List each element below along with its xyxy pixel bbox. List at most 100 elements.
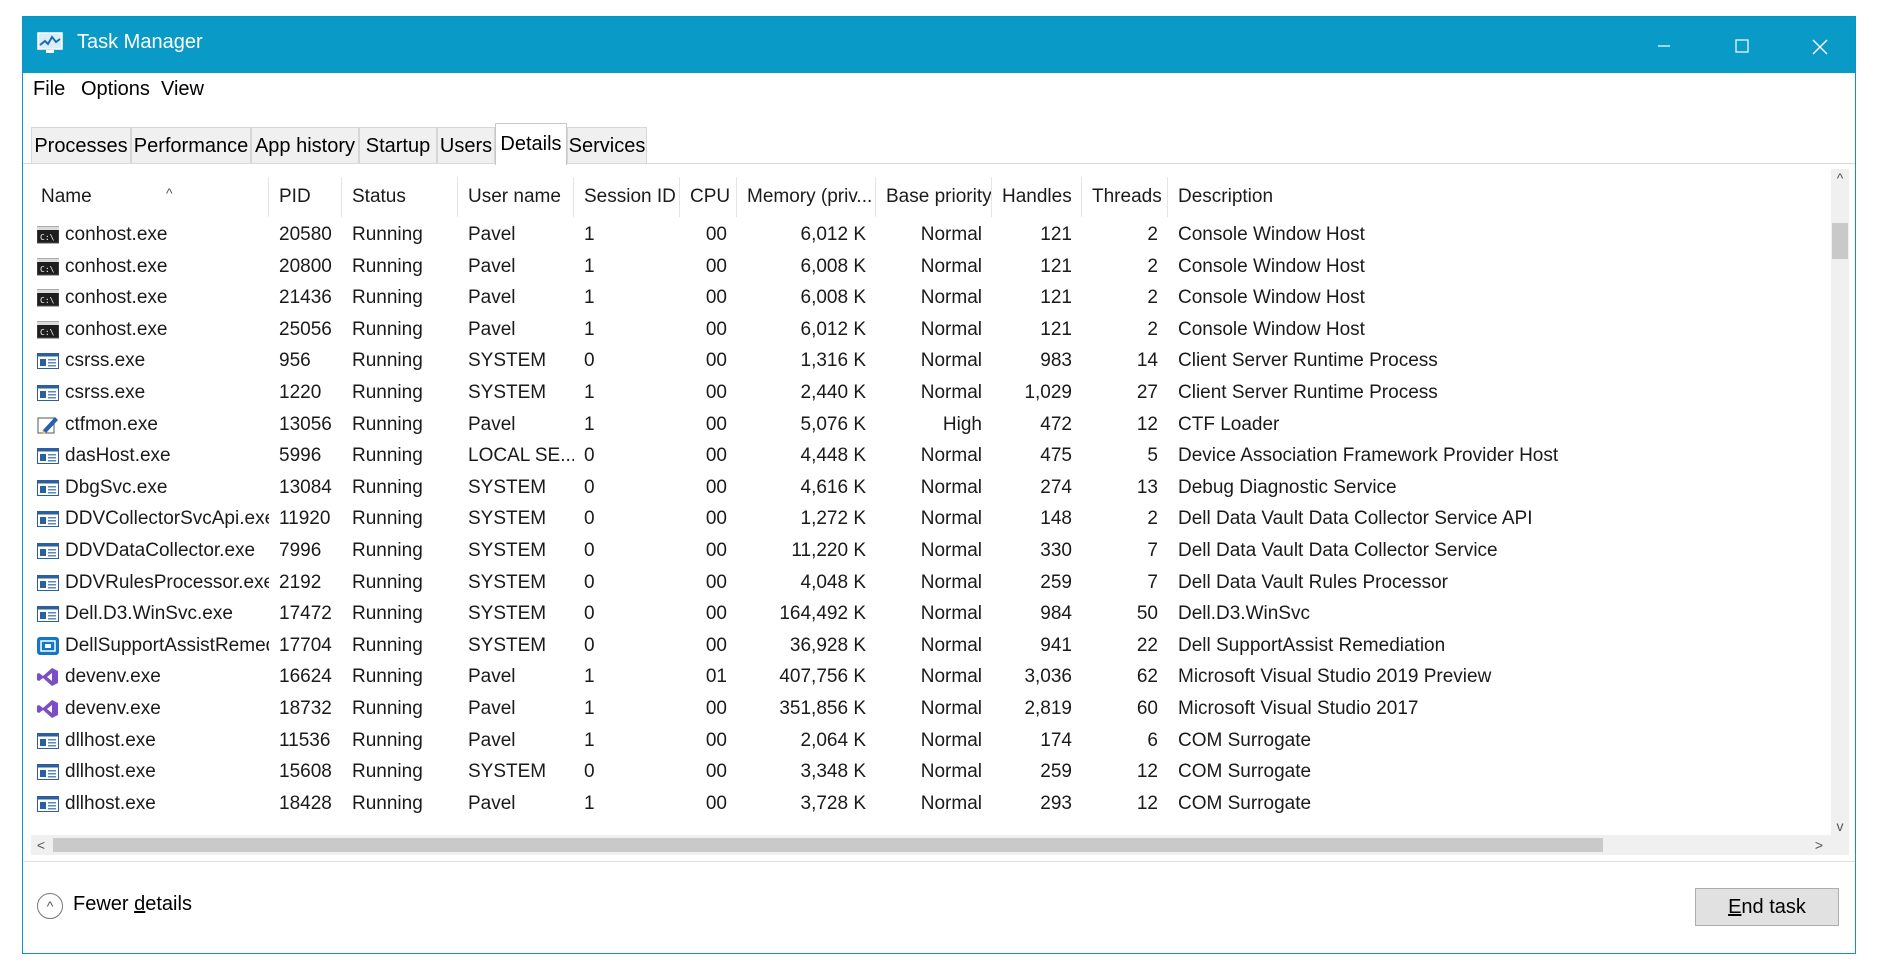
- close-button[interactable]: [1781, 17, 1855, 73]
- tab-services[interactable]: Services: [567, 127, 647, 163]
- end-task-button[interactable]: End task: [1695, 888, 1839, 926]
- table-row[interactable]: C:\ conhost.exe 20800 Running Pavel 1 00 6,008 …: [31, 250, 1831, 283]
- menu-file[interactable]: File: [33, 78, 65, 101]
- column-header-handles[interactable]: Handles: [992, 177, 1082, 217]
- cell-handles: 121: [1040, 224, 1072, 245]
- scroll-down-icon[interactable]: v: [1831, 817, 1849, 835]
- cell-threads: 6: [1147, 729, 1158, 751]
- cell-handles: 472: [1040, 413, 1072, 435]
- tab-details[interactable]: Details: [495, 123, 567, 165]
- table-row[interactable]: ctfmon.exe 13056 Running Pavel 1 00 5,076 K Hig…: [31, 408, 1831, 441]
- task-manager-window: Task Manager File Options View Processes…: [22, 16, 1856, 954]
- cell-pid: 7996: [279, 540, 322, 561]
- tab-processes[interactable]: Processes: [31, 127, 131, 163]
- cell-description: CTF Loader: [1178, 413, 1280, 435]
- cell-threads: 22: [1136, 634, 1158, 656]
- horizontal-scroll-thumb[interactable]: [53, 838, 1603, 852]
- cell-status: Running: [352, 792, 423, 814]
- cell-session-id: 0: [584, 476, 595, 498]
- table-row[interactable]: csrss.exe 956 Running SYSTEM 0 00 1,316 K Norma…: [31, 344, 1831, 377]
- cell-status: Running: [352, 634, 423, 656]
- tab-divider: [23, 163, 1855, 164]
- cell-memory: 1,316 K: [800, 350, 867, 372]
- horizontal-scrollbar[interactable]: < >: [31, 835, 1831, 855]
- table-row[interactable]: DDVCollectorSvcApi.exe 11920 Running SYSTEM…: [31, 502, 1831, 535]
- menu-options[interactable]: Options: [81, 78, 150, 101]
- cell-handles: 983: [1040, 350, 1072, 372]
- cell-cpu: 00: [705, 224, 727, 245]
- cell-cpu: 00: [705, 413, 727, 435]
- minimize-button[interactable]: [1625, 17, 1703, 73]
- cell-memory: 11,220 K: [791, 540, 866, 561]
- cell-threads: 5: [1147, 445, 1158, 467]
- table-row[interactable]: dllhost.exe 15608 Running SYSTEM 0 00 3,348 KN…: [31, 755, 1831, 788]
- fewer-details-link[interactable]: Fewer details: [73, 893, 192, 916]
- vertical-scroll-thumb[interactable]: [1832, 223, 1848, 259]
- table-row[interactable]: DbgSvc.exe 13084 Running SYSTEM 0 00 4,616 K No…: [31, 471, 1831, 504]
- cell-memory: 4,448 K: [800, 445, 867, 467]
- table-row[interactable]: DellSupportAssistRemed... 17704 Running SYS…: [31, 629, 1831, 662]
- column-header-memory[interactable]: Memory (priv...: [737, 177, 876, 217]
- cell-description: Client Server Runtime Process: [1178, 350, 1438, 372]
- tab-users[interactable]: Users: [437, 127, 495, 163]
- cell-user-name: LOCAL SE...: [468, 445, 574, 467]
- column-header-cpu[interactable]: CPU: [680, 177, 737, 217]
- table-row[interactable]: csrss.exe 1220 Running SYSTEM 1 00 2,440 K Norm…: [31, 376, 1831, 409]
- cell-pid: 15608: [279, 761, 332, 783]
- table-row[interactable]: C:\ conhost.exe 21436 Running Pavel 1 00 6,008 …: [31, 281, 1831, 314]
- table-row[interactable]: DDVDataCollector.exe 7996 Running SYSTEM 0 00…: [31, 534, 1831, 567]
- title-bar[interactable]: Task Manager: [23, 17, 1855, 73]
- column-header-description[interactable]: Description: [1168, 177, 1831, 217]
- cell-description: Dell Data Vault Data Collector Service A…: [1178, 508, 1533, 530]
- cell-name: Dell.D3.WinSvc.exe: [65, 603, 233, 625]
- menu-view[interactable]: View: [161, 78, 204, 101]
- tab-app-history[interactable]: App history: [251, 127, 359, 163]
- cell-status: Running: [352, 729, 423, 751]
- column-header-pid[interactable]: PID: [269, 177, 342, 217]
- cell-name: devenv.exe: [65, 698, 161, 719]
- cell-name: DDVRulesProcessor.exe: [65, 571, 269, 593]
- column-header-name[interactable]: Name ^: [31, 177, 269, 217]
- cell-handles: 148: [1040, 508, 1072, 530]
- table-row[interactable]: Dell.D3.WinSvc.exe 17472 Running SYSTEM 0 00 1…: [31, 597, 1831, 630]
- scroll-right-icon[interactable]: >: [1809, 835, 1829, 855]
- column-header-session-id[interactable]: Session ID: [574, 177, 680, 217]
- table-row[interactable]: devenv.exe 18732 Running Pavel 1 00 351,856 K N…: [31, 692, 1831, 725]
- table-row[interactable]: dllhost.exe 18428 Running Pavel 1 00 3,728 K No…: [31, 787, 1831, 818]
- cell-handles: 475: [1040, 445, 1072, 467]
- cell-base-priority: Normal: [920, 476, 982, 498]
- column-header-base-priority[interactable]: Base priority: [876, 177, 992, 217]
- column-header-threads[interactable]: Threads: [1082, 177, 1168, 217]
- scroll-up-icon[interactable]: ^: [1831, 169, 1849, 187]
- column-header-user-name[interactable]: User name: [458, 177, 574, 217]
- cell-threads: 12: [1136, 761, 1158, 783]
- column-header-status[interactable]: Status: [342, 177, 458, 217]
- scroll-left-icon[interactable]: <: [31, 835, 51, 855]
- chevron-up-circle-icon[interactable]: ^: [37, 893, 63, 919]
- cell-threads: 2: [1147, 508, 1158, 530]
- tab-performance[interactable]: Performance: [131, 127, 251, 163]
- cell-cpu: 00: [705, 445, 727, 467]
- table-row[interactable]: dllhost.exe 11536 Running Pavel 1 00 2,064 K No…: [31, 724, 1831, 757]
- table-row[interactable]: DDVRulesProcessor.exe 2192 Running SYSTEM 0 0…: [31, 566, 1831, 599]
- cell-threads: 27: [1136, 382, 1158, 403]
- cell-description: Console Window Host: [1178, 318, 1365, 340]
- cell-cpu: 00: [705, 698, 727, 719]
- vertical-scrollbar[interactable]: ^ v: [1831, 169, 1849, 855]
- cell-base-priority: Normal: [920, 287, 982, 309]
- cell-cpu: 00: [705, 603, 727, 625]
- table-row[interactable]: C:\ conhost.exe 20580 Running Pavel 1 00 6,012 …: [31, 218, 1831, 251]
- cell-session-id: 0: [584, 761, 595, 783]
- maximize-button[interactable]: [1703, 17, 1781, 73]
- cell-memory: 351,856 K: [779, 698, 866, 719]
- cell-session-id: 1: [584, 729, 595, 751]
- table-row[interactable]: dasHost.exe 5996 Running LOCAL SE... 0 00 4,44…: [31, 439, 1831, 472]
- cell-pid: 20800: [279, 255, 332, 277]
- cell-memory: 407,756 K: [779, 666, 866, 688]
- table-row[interactable]: devenv.exe 16624 Running Pavel 1 01 407,756 K N…: [31, 660, 1831, 693]
- menu-bar: File Options View: [23, 73, 1855, 107]
- tab-startup[interactable]: Startup: [359, 127, 437, 163]
- table-row[interactable]: C:\ conhost.exe 25056 Running Pavel 1 00 6,012 …: [31, 313, 1831, 346]
- cell-memory: 5,076 K: [800, 413, 867, 435]
- cell-name: csrss.exe: [65, 350, 146, 372]
